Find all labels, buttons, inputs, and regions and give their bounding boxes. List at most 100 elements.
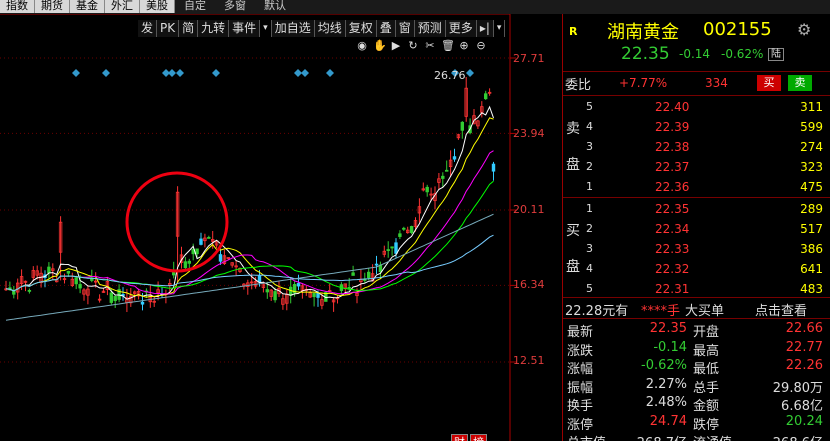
stat-label: 最低: [693, 362, 720, 377]
y-tick-label: 23.94: [513, 127, 545, 140]
toolbar-adjust-button[interactable]: 复权: [345, 20, 377, 37]
ask-price: 22.37: [655, 160, 690, 174]
bid-row[interactable]: 3 22.33 386: [563, 240, 830, 258]
peak-price-label: 26.76: [434, 69, 466, 82]
candle-body: [398, 233, 402, 237]
stat-value: 22.77: [785, 339, 823, 355]
finance-button[interactable]: 财: [451, 434, 468, 441]
sell-button[interactable]: 卖: [788, 75, 812, 91]
bid-level: 2: [586, 222, 593, 235]
stat-value: 22.66: [785, 321, 823, 336]
stat-value: 24.74: [649, 413, 687, 429]
toolbar-post-button[interactable]: 发: [138, 20, 158, 37]
refresh-icon[interactable]: ↻: [407, 40, 419, 52]
candle-body: [402, 227, 406, 230]
divider: [563, 297, 830, 298]
bid-price: 22.35: [655, 202, 690, 216]
bid-price: 22.34: [655, 222, 690, 236]
event-diamond: [168, 69, 176, 77]
candle-body: [366, 271, 371, 279]
stat-label: 流通值: [693, 432, 732, 441]
stat-label: 涨停: [567, 417, 594, 433]
bid-row[interactable]: 2 22.34 517: [563, 220, 830, 238]
ask-row[interactable]: 2 22.37 323: [563, 158, 830, 176]
tab-funds[interactable]: 基金: [70, 0, 105, 13]
stats-row: 振幅 2.27% 总手 29.80万: [563, 376, 830, 396]
tab-index[interactable]: 指数: [0, 0, 35, 13]
toolbar-overlay-button[interactable]: 叠: [376, 20, 396, 37]
y-tick-label: 27.71: [513, 52, 545, 65]
market-tag: 陆: [768, 48, 784, 61]
tab-futures[interactable]: 期货: [35, 0, 70, 13]
annotation-circle: [125, 171, 229, 273]
bid-price: 22.33: [655, 242, 690, 256]
event-diamond: [212, 69, 220, 77]
candle-body: [273, 291, 277, 301]
bid-row[interactable]: 1 22.35 289: [563, 200, 830, 218]
zoom-out-icon[interactable]: ⊖: [475, 40, 487, 52]
toolbar-collapse-dropdown[interactable]: ▾: [494, 20, 506, 37]
toolbar-simple-button[interactable]: 简: [179, 20, 199, 37]
ask-level: 3: [586, 140, 593, 153]
tab-us-stocks[interactable]: 美股: [140, 0, 175, 13]
stat-value: 268.7亿: [637, 432, 687, 441]
candle-body: [374, 263, 379, 266]
candle-body: [390, 246, 394, 249]
candle-body: [109, 292, 113, 303]
toolbar-events-dropdown[interactable]: ▾: [260, 20, 272, 37]
kline-chart[interactable]: 发 PK 简 九转 事件 ▾ 加自选 均线 复权 叠 窗 预测 更多 ▸| ▾ …: [0, 14, 560, 441]
toolbar-ma-button[interactable]: 均线: [314, 20, 346, 37]
event-diamond: [72, 69, 80, 77]
ask-row[interactable]: 1 22.36 475: [563, 178, 830, 196]
candle-body: [207, 236, 211, 239]
toolbar-pk-button[interactable]: PK: [157, 20, 180, 37]
ranking-button[interactable]: 榜: [470, 434, 487, 441]
stat-value: -0.62%: [641, 358, 687, 373]
last-price: 22.35: [621, 44, 670, 64]
tab-multi-window[interactable]: 多窗: [215, 0, 255, 13]
bid-row[interactable]: 5 22.31 483: [563, 280, 830, 298]
play-icon[interactable]: ▶: [390, 40, 402, 52]
candle-body: [218, 254, 223, 262]
toolbar-forecast-button[interactable]: 预测: [414, 20, 446, 37]
trash-icon[interactable]: 🗑: [441, 40, 455, 52]
order-ratio-value: 334: [705, 76, 728, 90]
divider: [563, 71, 830, 72]
tab-default[interactable]: 默认: [255, 0, 295, 13]
ask-volume: 311: [800, 100, 823, 114]
candle-body: [183, 261, 188, 268]
toolbar-events-button[interactable]: 事件: [229, 20, 261, 37]
price-line: 22.35 -0.14 -0.62% 陆: [563, 44, 830, 66]
ask-price: 22.36: [655, 180, 690, 194]
tab-forex[interactable]: 外汇: [105, 0, 140, 13]
ask-row[interactable]: 3 22.38 274: [563, 138, 830, 156]
ask-row[interactable]: 5 22.40 311: [563, 98, 830, 116]
toolbar-nine-turn-button[interactable]: 九转: [198, 20, 230, 37]
hand-icon[interactable]: ✋: [373, 40, 387, 52]
tab-custom[interactable]: 自定: [175, 0, 215, 13]
order-ratio-pct: +7.77%: [619, 76, 668, 90]
scissors-icon[interactable]: ✂: [424, 40, 436, 52]
zoom-in-icon[interactable]: ⊕: [458, 40, 470, 52]
ask-level: 4: [586, 120, 593, 133]
buy-button[interactable]: 买: [757, 75, 781, 91]
stock-name: 湖南黄金: [607, 22, 679, 43]
eye-icon[interactable]: ◉: [356, 40, 368, 52]
ask-row[interactable]: 4 22.39 599: [563, 118, 830, 136]
candle-body: [265, 289, 269, 293]
bid-row[interactable]: 4 22.32 641: [563, 260, 830, 278]
candle-body: [74, 277, 78, 285]
stat-label: 最新: [567, 325, 594, 340]
toolbar-collapse-button[interactable]: ▸|: [476, 20, 494, 37]
gear-icon[interactable]: ⚙: [797, 20, 811, 39]
bid-volume: 517: [800, 222, 823, 236]
toolbar-add-watchlist-button[interactable]: 加自选: [271, 20, 315, 37]
toolbar-more-button[interactable]: 更多: [445, 20, 477, 37]
ask-price: 22.40: [655, 100, 690, 114]
toolbar-window-button[interactable]: 窗: [395, 20, 415, 37]
candle-body: [452, 156, 457, 160]
y-tick-label: 20.11: [513, 203, 545, 216]
ask-volume: 599: [800, 120, 823, 134]
candle-body: [140, 301, 145, 305]
big-order-view-link[interactable]: 点击查看: [755, 300, 807, 319]
